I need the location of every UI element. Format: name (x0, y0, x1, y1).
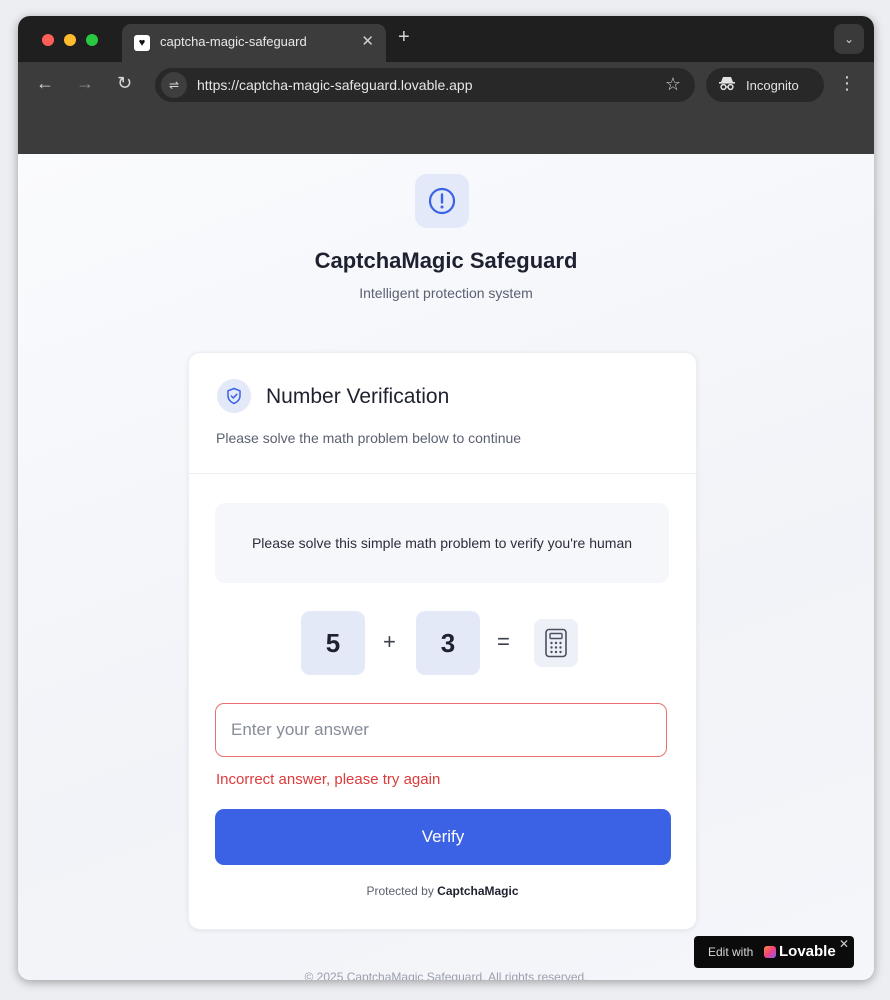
bookmark-bar (18, 108, 874, 154)
forward-button[interactable]: → (76, 74, 94, 92)
lovable-edit-label: Edit with (708, 945, 754, 959)
equals-sign: = (497, 629, 510, 654)
address-bar[interactable]: ⇌ https://captcha-magic-safeguard.lovabl… (155, 68, 695, 102)
lovable-close-icon[interactable]: ✕ (839, 937, 849, 951)
close-window-button[interactable] (42, 34, 54, 46)
page-footer: © 2025 CaptchaMagic Safeguard. All right… (304, 970, 588, 980)
prompt-text: Please solve this simple math problem to… (251, 535, 633, 551)
site-info-icon[interactable]: ⇌ (161, 72, 187, 98)
back-button[interactable]: ← (36, 74, 54, 92)
incognito-icon (719, 77, 735, 91)
minimize-window-button[interactable] (64, 34, 76, 46)
tab-search-button[interactable]: ⌄ (834, 24, 864, 54)
result-placeholder (534, 619, 578, 667)
heart-icon: ♥ (134, 35, 150, 51)
active-tab[interactable]: ♥ captcha-magic-safeguard ✕ (122, 24, 386, 62)
card-description: Please solve the math problem below to c… (216, 430, 522, 446)
reload-button[interactable]: ↻ (117, 74, 132, 92)
maximize-window-button[interactable] (86, 34, 98, 46)
operand-a: 5 (301, 611, 365, 675)
new-tab-button[interactable]: + (398, 26, 410, 49)
tab-strip: ♥ captcha-magic-safeguard ✕ + ⌄ (18, 16, 874, 62)
browser-window: ♥ captcha-magic-safeguard ✕ + ⌄ ← → ↻ ⇌ … (18, 16, 874, 980)
app-title: CaptchaMagic Safeguard (314, 248, 578, 273)
verify-button[interactable]: Verify (215, 809, 671, 865)
bookmark-star-icon[interactable]: ☆ (665, 74, 681, 95)
prompt-box: Please solve this simple math problem to… (215, 503, 669, 583)
card-title: Number Verification (266, 385, 450, 408)
lovable-brand: Lovable (779, 943, 836, 960)
incognito-indicator[interactable]: Incognito (706, 68, 824, 102)
page-content: CaptchaMagic Safeguard Intelligent prote… (18, 154, 874, 980)
incognito-label: Incognito (746, 78, 799, 93)
lovable-logo-icon (764, 946, 776, 958)
verification-card: Number Verification Please solve the mat… (188, 352, 697, 930)
protected-by-text: Protected by CaptchaMagic (189, 884, 696, 898)
browser-toolbar: ← → ↻ ⇌ https://captcha-magic-safeguard.… (18, 62, 874, 108)
protected-brand: CaptchaMagic (437, 884, 519, 898)
calculator-icon (545, 628, 567, 658)
shield-check-icon (227, 387, 241, 405)
app-subtitle: Intelligent protection system (359, 285, 533, 301)
browser-menu-button[interactable]: ⋮ (838, 73, 856, 94)
alert-circle-icon (428, 187, 456, 215)
tab-title: captcha-magic-safeguard (160, 34, 307, 49)
url-text[interactable]: https://captcha-magic-safeguard.lovable.… (197, 77, 473, 93)
tab-close-icon[interactable]: ✕ (361, 32, 374, 50)
card-header: Number Verification Please solve the mat… (189, 353, 696, 474)
math-equation: 5 + 3 = (189, 611, 696, 677)
error-message: Incorrect answer, please try again (216, 771, 441, 788)
edit-with-lovable-badge[interactable]: Edit with Lovable ✕ (694, 936, 854, 968)
answer-input[interactable] (215, 703, 667, 757)
operand-b: 3 (416, 611, 480, 675)
shield-badge (217, 379, 251, 413)
protected-prefix: Protected by (366, 884, 434, 898)
operator: + (383, 629, 396, 654)
app-logo (415, 174, 469, 228)
